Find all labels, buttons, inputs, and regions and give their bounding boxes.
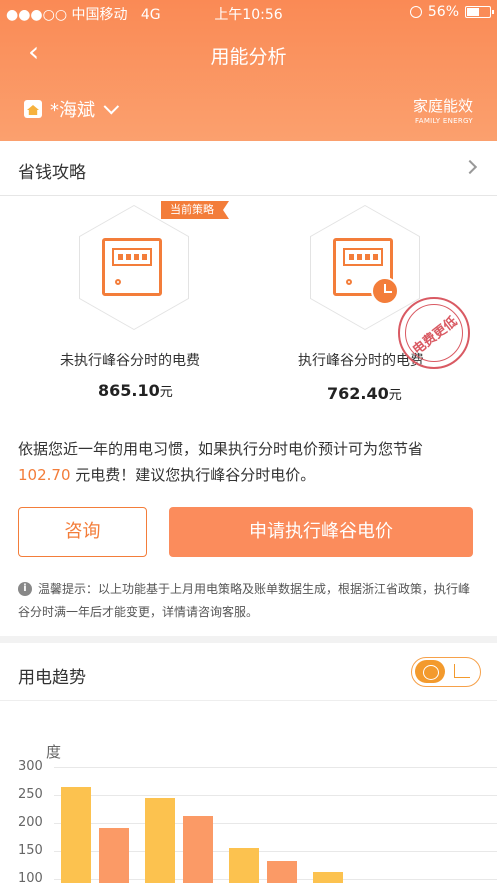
chart-bar	[267, 861, 297, 883]
grid-line	[54, 795, 497, 796]
battery-icon	[465, 6, 494, 18]
option-price: 762.40元	[327, 384, 402, 403]
tip-notice: i 温馨提示：以上功能基于上月用电策略及账单数据生成，根据浙江省政策，执行峰谷分…	[18, 582, 471, 619]
brand-logo: 家庭能效 FAMILY ENERGY	[413, 95, 473, 125]
current-strategy-badge: 当前策略	[161, 201, 229, 219]
option-price: 865.10元	[98, 381, 173, 400]
chart-bar	[313, 871, 343, 883]
divider	[0, 700, 497, 701]
y-tick-label: 250	[18, 787, 43, 802]
apply-peak-valley-button[interactable]: 申请执行峰谷电价	[169, 507, 473, 557]
status-right: 56%	[409, 4, 494, 20]
consult-button[interactable]: 咨询	[18, 507, 147, 557]
cheaper-stamp: 电费更低	[398, 297, 470, 369]
brand-subtitle: FAMILY ENERGY	[415, 117, 473, 125]
chart-bar	[61, 786, 91, 883]
section-title: 用电趋势	[18, 668, 86, 688]
location-name: *海斌	[50, 100, 95, 121]
strategy-header[interactable]: 省钱攻略	[0, 141, 497, 196]
strategy-card: 省钱攻略 当前策略 未执行峰谷分时的电费 865.10元 执行峰谷分时的电费 7…	[0, 141, 497, 636]
savings-description: 依据您近一年的用电习惯，如果执行分时电价预计可为您节省 102.70 元电费！建…	[18, 440, 424, 484]
chart-bar	[99, 828, 129, 883]
chart-type-toggle[interactable]	[411, 657, 481, 687]
chart-bar	[229, 848, 259, 883]
battery-percent: 56%	[427, 4, 459, 20]
line-chart-icon[interactable]	[454, 664, 470, 678]
y-tick-label: 150	[18, 843, 43, 858]
y-tick-label: 300	[18, 759, 43, 774]
option-label: 未执行峰谷分时的电费	[60, 353, 200, 369]
grid-line	[54, 823, 497, 824]
chevron-down-icon	[103, 98, 120, 114]
section-title: 省钱攻略	[18, 163, 86, 183]
trend-card: 用电趋势 度 300 250 200 150 100	[0, 643, 497, 883]
home-icon	[24, 100, 42, 118]
chart-bar	[145, 797, 175, 883]
chart-bar	[183, 816, 213, 883]
page-title: 用能分析	[210, 46, 287, 68]
y-tick-label: 100	[18, 871, 43, 883]
app-header: ●●●○○ 中国移动 4G 上午10:56 56% ‹ 用能分析 *海斌 家庭能…	[0, 0, 497, 141]
y-axis-unit: 度	[46, 743, 62, 761]
brand-name: 家庭能效	[412, 97, 473, 115]
bar-chart-icon[interactable]	[415, 660, 445, 683]
location-selector[interactable]: *海斌	[24, 96, 120, 122]
status-bar: ●●●○○ 中国移动 4G 上午10:56 56%	[0, 0, 497, 24]
savings-amount: 102.70	[18, 466, 71, 484]
chevron-right-icon	[462, 159, 478, 175]
meter-icon	[102, 238, 162, 296]
grid-line	[54, 767, 497, 768]
usage-bar-chart: 度 300 250 200 150 100	[0, 733, 497, 883]
info-icon: i	[18, 582, 32, 596]
orientation-lock-icon	[409, 6, 422, 18]
clock-icon	[371, 277, 399, 305]
battery-fill	[467, 8, 479, 16]
y-tick-label: 200	[18, 815, 43, 830]
